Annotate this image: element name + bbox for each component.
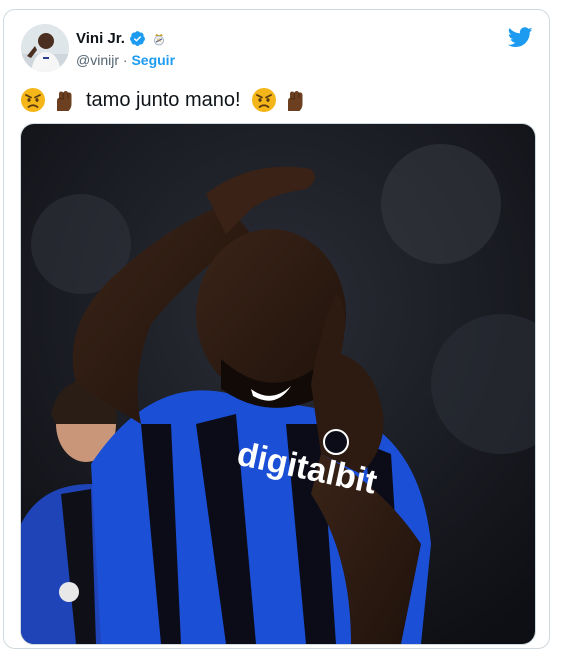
- twitter-bird-icon[interactable]: [507, 27, 533, 48]
- tweet-body-text: tamo junto mano!: [86, 88, 241, 111]
- avatar-photo: [21, 24, 69, 72]
- raised-fist-icon: [50, 87, 76, 113]
- meta-separator: ·: [122, 52, 128, 68]
- angry-face-icon: [20, 87, 46, 113]
- author-handle[interactable]: @vinijr: [76, 52, 119, 68]
- verified-badge-icon: [129, 30, 146, 47]
- raised-fist-icon: [281, 87, 307, 113]
- angry-face-icon: [251, 87, 277, 113]
- tweet-media-photo[interactable]: digitalbit: [20, 123, 536, 645]
- author-display-name[interactable]: Vini Jr.: [76, 30, 125, 47]
- real-madrid-crest-icon: M: [152, 32, 166, 46]
- follow-button[interactable]: Seguir: [131, 52, 175, 68]
- tweet-text: tamo junto mano!: [20, 87, 307, 113]
- avatar[interactable]: [21, 24, 69, 72]
- photo: digitalbit: [21, 124, 535, 644]
- tweet-card[interactable]: Vini Jr. M @vinijr · Seguir tamo junto m…: [3, 9, 550, 649]
- svg-text:M: M: [157, 38, 161, 43]
